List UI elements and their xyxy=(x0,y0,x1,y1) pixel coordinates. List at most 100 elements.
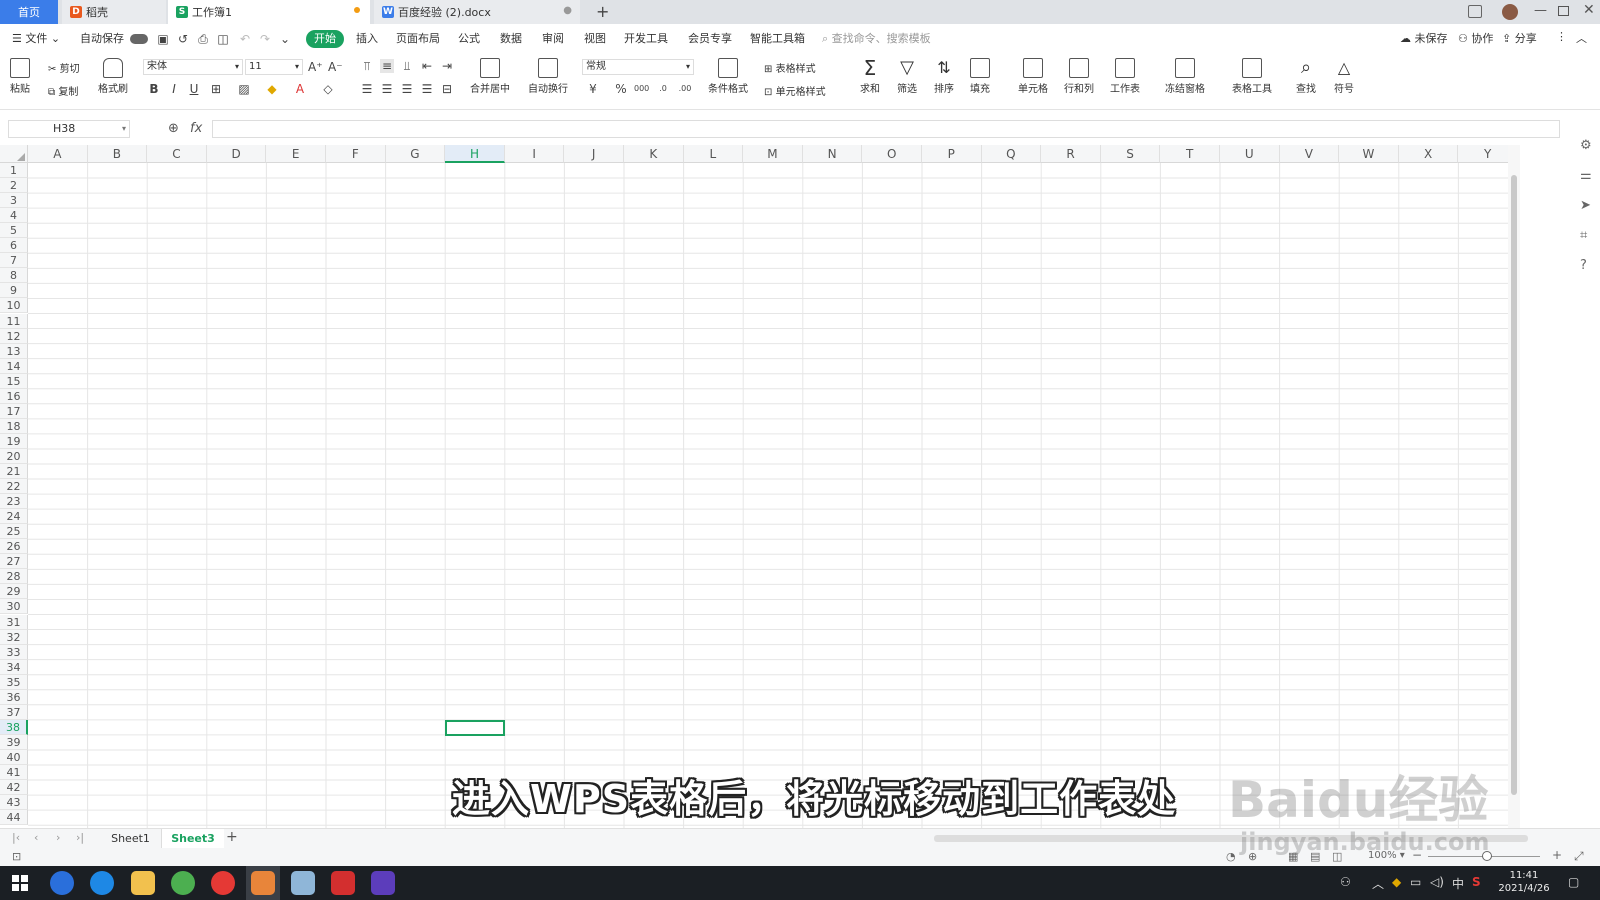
network-icon[interactable]: ▭ xyxy=(1410,875,1421,889)
tab-close-icon[interactable]: ● xyxy=(563,5,572,16)
find-button[interactable]: ⌕ 查找 xyxy=(1296,58,1316,96)
tab-developer[interactable]: 开发工具 xyxy=(624,30,668,46)
row-header-22[interactable]: 22 xyxy=(0,479,28,495)
tab-data[interactable]: 数据 xyxy=(500,30,522,46)
row-header-21[interactable]: 21 xyxy=(0,464,28,479)
cell-style-button[interactable]: ⊡ 单元格样式 xyxy=(764,83,826,98)
align-bottom-icon[interactable]: ⫫ xyxy=(400,59,414,73)
fx-icon[interactable]: fx xyxy=(190,121,202,136)
sogou-app-icon[interactable] xyxy=(90,871,114,895)
crop-icon[interactable]: ⌗ xyxy=(1580,228,1587,243)
column-header-b[interactable]: B xyxy=(87,145,148,163)
vertical-scroll-thumb[interactable] xyxy=(1511,175,1517,795)
border-icon[interactable]: ⊞ xyxy=(209,82,223,96)
window-mode-icon[interactable] xyxy=(1468,5,1482,18)
row-header-4[interactable]: 4 xyxy=(0,208,28,224)
column-header-f[interactable]: F xyxy=(326,145,386,163)
row-header-37[interactable]: 37 xyxy=(0,704,28,720)
font-color-icon[interactable]: A xyxy=(293,82,307,96)
pointer-icon[interactable]: ➤ xyxy=(1580,198,1591,213)
autosave-toggle[interactable]: 自动保存 xyxy=(80,30,148,46)
align-top-icon[interactable]: ⫪ xyxy=(360,59,374,73)
tab-start[interactable]: 开始 xyxy=(306,30,344,48)
row-header-2[interactable]: 2 xyxy=(0,178,28,194)
file-menu[interactable]: ☰ 文件 ⌄ xyxy=(12,30,60,46)
redo-icon[interactable]: ↷ xyxy=(258,32,272,46)
clear-format-icon[interactable]: ◇ xyxy=(321,82,335,96)
sheet-tab-sheet1[interactable]: Sheet1 xyxy=(100,829,162,848)
freeze-panes-button[interactable]: 冻结窗格 xyxy=(1165,58,1205,95)
vertical-scrollbar[interactable] xyxy=(1508,145,1520,828)
row-header-25[interactable]: 25 xyxy=(0,524,28,540)
row-header-14[interactable]: 14 xyxy=(0,358,28,374)
tab-review[interactable]: 审阅 xyxy=(542,30,564,46)
table-style-button[interactable]: ⊞ 表格样式 xyxy=(764,60,816,75)
tab-member[interactable]: 会员专享 xyxy=(688,30,732,46)
zoom-slider[interactable] xyxy=(1428,851,1540,861)
currency-icon[interactable]: ¥ xyxy=(586,82,600,96)
row-header-44[interactable]: 44 xyxy=(0,810,28,826)
justify-icon[interactable]: ☰ xyxy=(420,82,434,96)
row-header-29[interactable]: 29 xyxy=(0,584,28,600)
increase-font-icon[interactable]: A⁺ xyxy=(308,60,323,74)
increase-decimal-icon[interactable]: .0 xyxy=(656,82,670,96)
formula-input[interactable] xyxy=(212,120,1560,138)
column-header-q[interactable]: Q xyxy=(981,145,1042,163)
minimize-icon[interactable]: — xyxy=(1534,3,1547,18)
save-icon[interactable]: ▣ xyxy=(156,32,170,46)
column-header-i[interactable]: I xyxy=(504,145,565,163)
more-icon[interactable]: ⋮ xyxy=(1556,30,1567,43)
table-tools-button[interactable]: 表格工具 xyxy=(1232,58,1272,95)
volume-icon[interactable]: ◁) xyxy=(1430,875,1444,889)
symbol-button[interactable]: △ 符号 xyxy=(1334,58,1354,95)
row-header-16[interactable]: 16 xyxy=(0,388,28,404)
bold-icon[interactable]: B xyxy=(147,82,161,96)
number-format-select[interactable]: 常规 ▾ xyxy=(582,59,694,75)
thousands-icon[interactable]: 000 xyxy=(634,82,649,96)
collapse-ribbon-icon[interactable]: ︿ xyxy=(1576,30,1587,46)
column-header-m[interactable]: M xyxy=(743,145,803,163)
column-header-l[interactable]: L xyxy=(683,145,744,163)
print-preview-icon[interactable]: ◫ xyxy=(216,32,230,46)
decrease-decimal-icon[interactable]: .00 xyxy=(678,82,692,96)
macro-record-icon[interactable]: ⊡ xyxy=(12,850,21,863)
row-header-27[interactable]: 27 xyxy=(0,554,28,570)
settings-sliders-icon[interactable]: ⚌ xyxy=(1580,168,1592,183)
zoom-in-icon[interactable]: + xyxy=(1552,848,1562,862)
align-left-icon[interactable]: ☰ xyxy=(360,82,374,96)
sogou-tray-icon[interactable]: S xyxy=(1472,875,1481,889)
row-header-39[interactable]: 39 xyxy=(0,734,28,750)
row-header-32[interactable]: 32 xyxy=(0,629,28,645)
row-header-7[interactable]: 7 xyxy=(0,253,28,269)
italic-icon[interactable]: I xyxy=(167,82,181,96)
chrome-app-icon[interactable] xyxy=(171,871,195,895)
name-box[interactable]: H38 ▾ xyxy=(8,120,130,138)
tab-docx[interactable]: W 百度经验 (2).docx ● xyxy=(374,0,580,24)
column-header-w[interactable]: W xyxy=(1339,145,1399,163)
column-header-t[interactable]: T xyxy=(1160,145,1220,163)
undo-history-icon[interactable]: ↺ xyxy=(176,32,190,46)
quick-access-dropdown-icon[interactable]: ⌄ xyxy=(278,32,292,46)
column-header-x[interactable]: X xyxy=(1398,145,1459,163)
tab-page-layout[interactable]: 页面布局 xyxy=(396,30,440,46)
notification-icon[interactable]: ▢ xyxy=(1568,875,1579,889)
select-all-corner[interactable] xyxy=(0,145,28,163)
row-header-24[interactable]: 24 xyxy=(0,509,28,525)
format-painter-button[interactable]: 格式刷 xyxy=(98,58,128,95)
row-header-30[interactable]: 30 xyxy=(0,599,28,615)
merge-center-button[interactable]: 合并居中 xyxy=(470,58,510,95)
row-header-11[interactable]: 11 xyxy=(0,313,28,329)
sort-button[interactable]: ⇅ 排序 xyxy=(934,58,954,95)
column-header-c[interactable]: C xyxy=(147,145,207,163)
row-header-41[interactable]: 41 xyxy=(0,765,28,780)
fill-color-icon[interactable]: ◆ xyxy=(265,82,279,96)
style-panel-icon[interactable]: ⚙ xyxy=(1580,138,1592,153)
row-header-35[interactable]: 35 xyxy=(0,674,28,690)
ime-indicator[interactable]: 中 xyxy=(1452,875,1464,892)
maximize-icon[interactable] xyxy=(1558,6,1569,16)
row-header-10[interactable]: 10 xyxy=(0,298,28,314)
first-sheet-icon[interactable]: |‹ xyxy=(12,831,20,844)
cell-button[interactable]: 单元格 xyxy=(1018,58,1048,95)
row-header-40[interactable]: 40 xyxy=(0,749,28,765)
user-tray-icon[interactable]: ⚇ xyxy=(1340,875,1351,889)
